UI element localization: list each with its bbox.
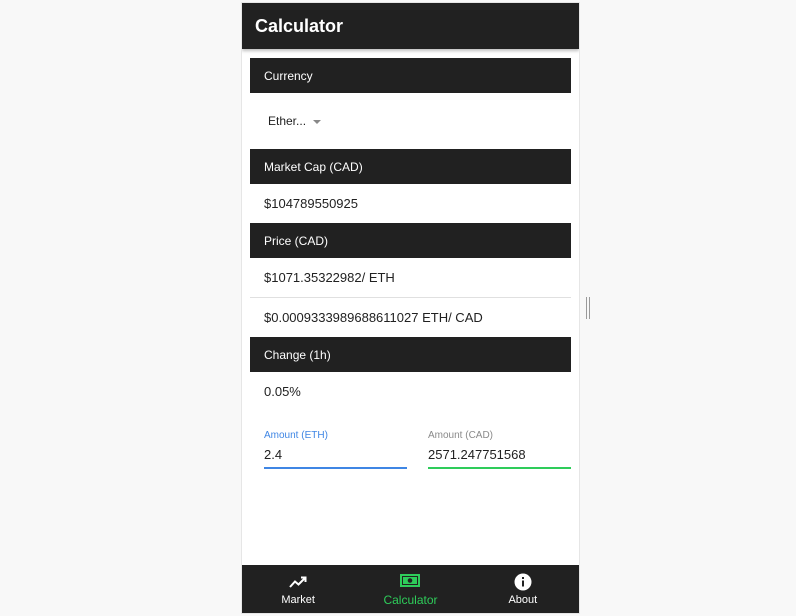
change-header-label: Change (1h) xyxy=(264,347,331,362)
amount-fields: Amount (ETH) Amount (CAD) xyxy=(250,430,571,469)
app-window: Calculator Currency Ether... Market Cap … xyxy=(242,3,579,613)
currency-header-label: Currency xyxy=(264,68,313,83)
market-cap-value: $104789550925 xyxy=(264,196,358,211)
cash-icon xyxy=(400,572,421,590)
price-header: Price (CAD) xyxy=(250,223,571,258)
change-value: 0.05% xyxy=(264,384,301,399)
amount-cad-input[interactable] xyxy=(428,447,571,469)
price-per-coin-row: $1071.35322982/ ETH xyxy=(250,258,571,298)
amount-eth-input[interactable] xyxy=(264,447,407,469)
nav-about-label: About xyxy=(508,593,538,606)
currency-row: Ether... xyxy=(250,93,571,149)
app-bar: Calculator xyxy=(242,3,579,49)
amount-cad-field: Amount (CAD) xyxy=(428,430,571,469)
bottom-navigation: Market Calculator About xyxy=(242,565,579,613)
amount-cad-label: Amount (CAD) xyxy=(428,430,494,441)
market-cap-header-label: Market Cap (CAD) xyxy=(264,159,363,174)
resize-handle[interactable] xyxy=(586,297,590,319)
currency-selected-value: Ether... xyxy=(268,114,307,128)
currency-header: Currency xyxy=(250,58,571,93)
nav-calculator[interactable]: Calculator xyxy=(354,565,466,613)
price-per-coin-value: $1071.35322982/ ETH xyxy=(264,270,395,285)
change-row: 0.05% xyxy=(250,372,571,411)
caret-down-icon xyxy=(313,119,322,124)
price-per-fiat-value: $0.0009333989688611027 ETH/ CAD xyxy=(264,310,483,325)
nav-market-label: Market xyxy=(281,593,315,606)
price-header-label: Price (CAD) xyxy=(264,233,329,248)
nav-calculator-label: Calculator xyxy=(383,592,438,607)
info-icon xyxy=(514,573,532,591)
market-cap-header: Market Cap (CAD) xyxy=(250,149,571,184)
currency-dropdown[interactable]: Ether... xyxy=(268,114,322,128)
calculator-content: Currency Ether... Market Cap (CAD) $1047… xyxy=(250,58,571,469)
market-cap-row: $104789550925 xyxy=(250,184,571,223)
price-per-fiat-row: $0.0009333989688611027 ETH/ CAD xyxy=(250,298,571,337)
change-header: Change (1h) xyxy=(250,337,571,372)
nav-about[interactable]: About xyxy=(467,565,579,613)
nav-market[interactable]: Market xyxy=(242,565,354,613)
page-title: Calculator xyxy=(255,15,344,36)
amount-eth-label: Amount (ETH) xyxy=(264,430,328,441)
trending-up-icon xyxy=(289,573,307,591)
amount-eth-field: Amount (ETH) xyxy=(264,430,407,469)
